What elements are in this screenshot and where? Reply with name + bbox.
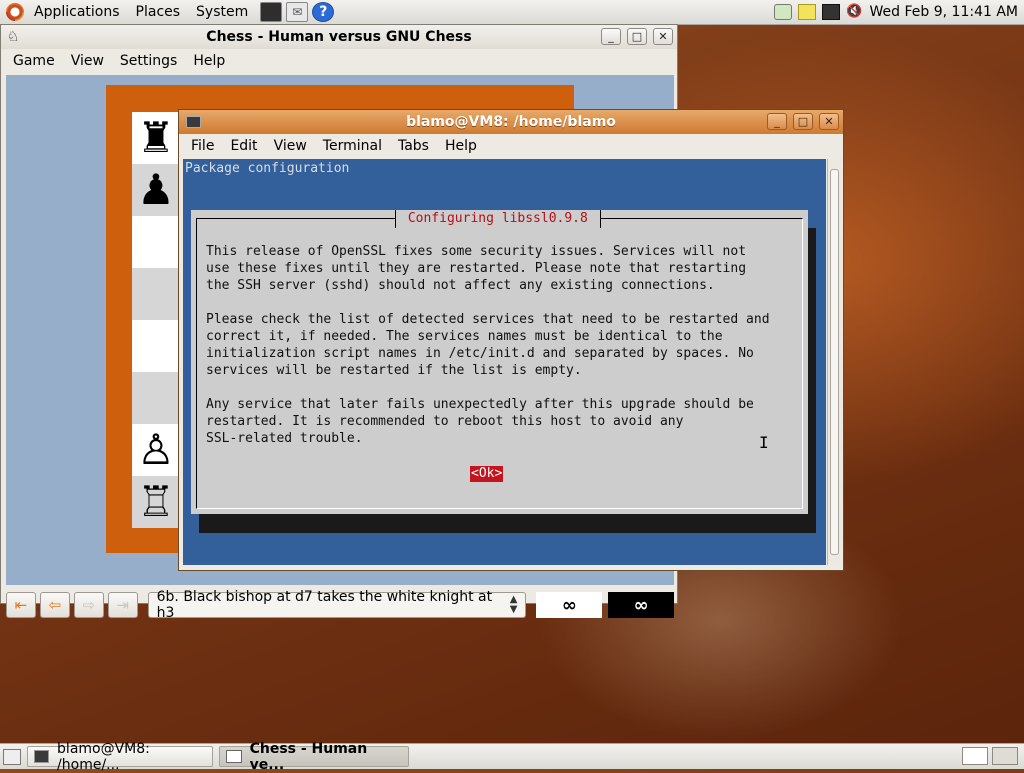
menu-edit[interactable]: Edit (222, 138, 265, 154)
taskbar-item-chess[interactable]: Chess - Human ve... (219, 741, 409, 773)
terminal-launcher-icon[interactable] (260, 2, 283, 22)
dialog-paragraph-3: Any service that later fails unexpectedl… (206, 397, 754, 446)
applications-menu[interactable]: Applications (26, 0, 128, 24)
dialog-paragraph-1: This release of OpenSSL fixes some secur… (206, 244, 747, 293)
maximize-button[interactable]: □ (627, 28, 647, 45)
minimize-button[interactable]: _ (767, 113, 787, 130)
package-configuration-title: Package configuration (185, 161, 350, 176)
clock[interactable]: Wed Feb 9, 11:41 AM (870, 4, 1024, 20)
board-square[interactable]: ♖ (132, 476, 180, 528)
board-square[interactable]: ♙ (132, 424, 180, 476)
menu-terminal[interactable]: Terminal (315, 138, 390, 154)
menu-view[interactable]: View (266, 138, 315, 154)
close-button[interactable]: ✕ (819, 113, 839, 130)
workspace-switcher (958, 747, 1018, 765)
help-launcher-icon[interactable]: ? (312, 2, 335, 22)
display-icon[interactable] (821, 4, 840, 20)
board-square[interactable] (132, 372, 180, 424)
menu-help[interactable]: Help (185, 53, 233, 69)
previous-move-button[interactable]: ⇦ (39, 592, 70, 618)
move-history-combo[interactable]: 6b. Black bishop at d7 takes the white k… (147, 589, 527, 621)
menu-help[interactable]: Help (437, 138, 485, 154)
top-panel: Applications Places System ✉ ? 🔇 Wed Feb… (0, 0, 1024, 25)
white-clock: ∞ (536, 592, 603, 618)
board-square[interactable] (132, 268, 180, 320)
terminal-task-icon (34, 750, 50, 763)
chess-board[interactable]: ♜ ♟ ♙ ♖ (132, 112, 180, 528)
workspace-2[interactable] (992, 747, 1018, 765)
move-history-text: 6b. Black bishop at d7 takes the white k… (156, 589, 493, 621)
chess-move-bar: ⇤ ⇦ ⇨ ⇥ 6b. Black bishop at d7 takes the… (6, 587, 674, 623)
notes-icon[interactable] (797, 4, 816, 20)
last-move-button[interactable]: ⇥ (107, 592, 138, 618)
text-cursor-icon: I (759, 433, 769, 452)
taskbar-item-terminal[interactable]: blamo@VM8: /home/... (27, 741, 213, 773)
maximize-button[interactable]: □ (793, 113, 813, 130)
debconf-dialog: Configuring libssl0.9.8 This release of … (191, 210, 808, 514)
menu-game[interactable]: Game (5, 53, 63, 69)
terminal-window-title: blamo@VM8: /home/blamo (406, 114, 616, 130)
show-desktop-icon[interactable] (3, 748, 21, 765)
terminal-titlebar[interactable]: blamo@VM8: /home/blamo _ □ ✕ (179, 110, 843, 134)
workspace-1[interactable] (962, 747, 988, 765)
combo-arrows-icon: ▲ ▼ (509, 594, 518, 615)
black-clock: ∞ (608, 592, 674, 618)
menu-settings[interactable]: Settings (112, 53, 185, 69)
volume-muted-icon[interactable]: 🔇 (846, 4, 864, 20)
bottom-panel: blamo@VM8: /home/... Chess - Human ve... (0, 741, 1024, 773)
ubuntu-logo-icon[interactable] (6, 3, 24, 21)
terminal-app-icon[interactable] (186, 116, 201, 128)
chess-window-title: Chess - Human versus GNU Chess (206, 29, 472, 45)
network-status-icon[interactable] (773, 4, 792, 20)
board-square[interactable] (132, 216, 180, 268)
terminal-screen[interactable]: Package configuration Configuring libssl… (183, 159, 826, 565)
terminal-menubar: File Edit View Terminal Tabs Help (179, 134, 843, 158)
terminal-window: blamo@VM8: /home/blamo _ □ ✕ File Edit V… (178, 109, 844, 571)
chess-task-icon (226, 750, 242, 763)
first-move-button[interactable]: ⇤ (6, 592, 36, 618)
scrollbar-thumb[interactable] (830, 169, 839, 555)
close-button[interactable]: ✕ (653, 28, 673, 45)
chess-titlebar[interactable]: ♘ Chess - Human versus GNU Chess _ □ ✕ (1, 25, 677, 49)
dialog-paragraph-2: Please check the list of detected servic… (206, 312, 770, 378)
menu-tabs[interactable]: Tabs (390, 138, 437, 154)
system-menu[interactable]: System (188, 0, 256, 24)
chess-app-icon[interactable]: ♘ (7, 29, 20, 45)
next-move-button[interactable]: ⇨ (73, 592, 104, 618)
board-square[interactable]: ♟ (132, 164, 180, 216)
menu-file[interactable]: File (183, 138, 222, 154)
board-square[interactable] (132, 320, 180, 372)
minimize-button[interactable]: _ (601, 28, 621, 45)
menu-view[interactable]: View (63, 53, 112, 69)
board-square[interactable]: ♜ (132, 112, 180, 164)
system-tray: 🔇 Wed Feb 9, 11:41 AM (773, 0, 1024, 24)
places-menu[interactable]: Places (128, 0, 189, 24)
ok-button[interactable]: <Ok> (470, 466, 504, 482)
dialog-title: Configuring libssl0.9.8 (395, 210, 601, 228)
mail-launcher-icon[interactable]: ✉ (286, 2, 309, 22)
chess-menubar: Game View Settings Help (1, 49, 677, 73)
terminal-scrollbar[interactable] (827, 159, 841, 565)
